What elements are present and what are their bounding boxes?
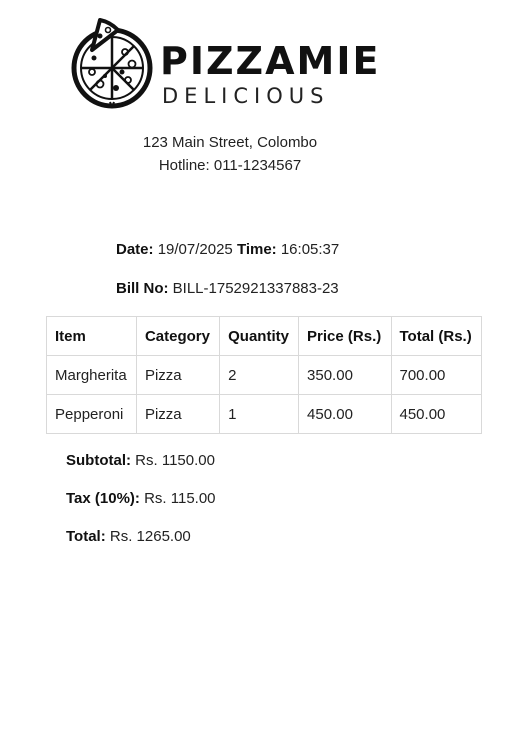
cell-category: Pizza [135, 394, 221, 434]
total-label: Total: [66, 528, 106, 545]
bill-no-label: Bill No: [116, 280, 169, 297]
grand-total: Total: Rs. 1265.00 [66, 528, 191, 545]
header-item: Item [46, 316, 137, 356]
brand-tagline: DELICIOUS [162, 84, 330, 108]
table-row: Margherita Pizza 2 350.00 700.00 [46, 355, 482, 395]
cell-item: Margherita [46, 355, 137, 395]
cell-quantity: 1 [219, 394, 300, 434]
bill-datetime: Date: 19/07/2025 Time: 16:05:37 [116, 241, 339, 258]
cell-price: 350.00 [298, 355, 392, 395]
cell-price: 450.00 [298, 394, 392, 434]
date-label: Date: [116, 241, 154, 258]
store-hotline: Hotline: 011-1234567 [158, 157, 302, 174]
subtotal-label: Subtotal: [66, 452, 131, 469]
table-header-row: Item Category Quantity Price (Rs.) Total… [46, 316, 482, 356]
subtotal-value: Rs. 1150.00 [135, 452, 215, 469]
time-value: 16:05:37 [280, 241, 340, 258]
time-label: Time: [236, 241, 277, 258]
subtotal: Subtotal: Rs. 1150.00 [66, 452, 215, 469]
tax-value: Rs. 115.00 [144, 490, 216, 507]
tax: Tax (10%): Rs. 115.00 [66, 490, 216, 507]
table-row: Pepperoni Pizza 1 450.00 450.00 [46, 394, 482, 434]
bill-no-value: BILL-1752921337883-23 [172, 280, 339, 297]
brand-name: PIZZAMIE [160, 39, 381, 83]
tax-label: Tax (10%): [66, 490, 140, 507]
total-value: Rs. 1265.00 [109, 528, 191, 545]
cell-total: 450.00 [390, 394, 482, 434]
header-category: Category [135, 316, 221, 356]
date-value: 19/07/2025 [157, 241, 233, 258]
header-total: Total (Rs.) [390, 316, 482, 356]
header-quantity: Quantity [219, 316, 300, 356]
items-table: Item Category Quantity Price (Rs.) Total… [46, 316, 482, 434]
header-price: Price (Rs.) [298, 316, 392, 356]
cell-item: Pepperoni [46, 394, 137, 434]
brand-logo: PIZZAMIE DELICIOUS [70, 14, 410, 114]
cell-quantity: 2 [219, 355, 300, 395]
cell-category: Pizza [135, 355, 221, 395]
store-address: 123 Main Street, Colombo [142, 134, 318, 151]
cell-total: 700.00 [390, 355, 482, 395]
pizza-icon [71, 18, 153, 109]
bill-number: Bill No: BILL-1752921337883-23 [116, 280, 339, 297]
